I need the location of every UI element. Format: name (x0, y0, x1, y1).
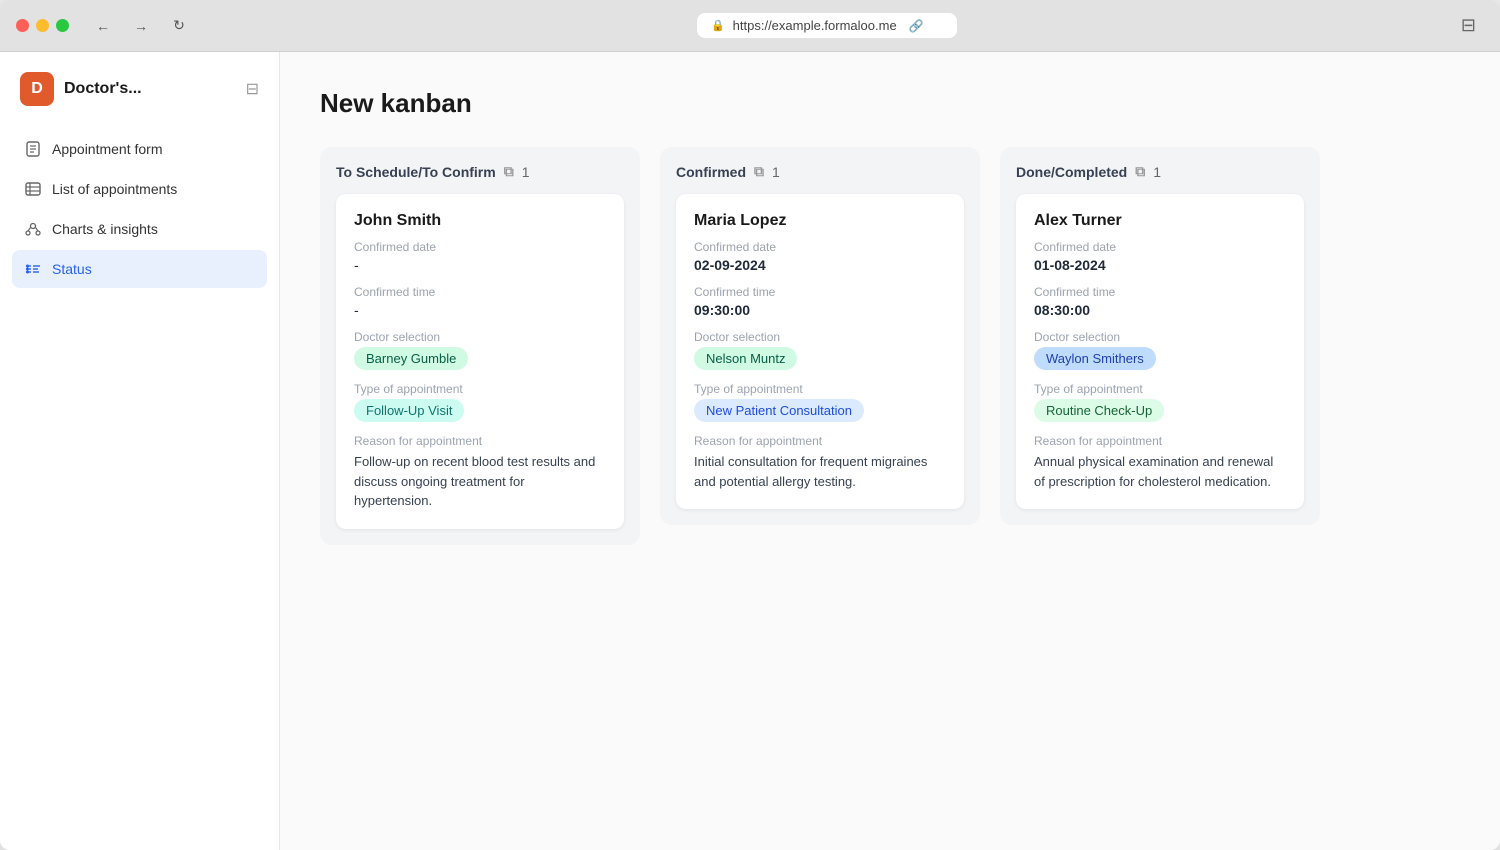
column-title: Confirmed (676, 164, 746, 180)
sidebar-toggle-icon[interactable]: ⊟ (246, 79, 259, 99)
sidebar-item-label: Status (52, 261, 92, 277)
url-text: https://example.formaloo.me (733, 18, 897, 33)
url-bar[interactable]: 🔒 https://example.formaloo.me 🔗 (697, 13, 957, 38)
list-icon (24, 180, 42, 198)
column-header-to-schedule: To Schedule/To Confirm ⧉ 1 (336, 163, 624, 180)
patient-name: John Smith (354, 212, 606, 230)
sidebar-item-appointment-form[interactable]: Appointment form (12, 130, 267, 168)
address-bar: 🔒 https://example.formaloo.me 🔗 (205, 13, 1449, 38)
layout-toggle[interactable]: ⊟ (1461, 15, 1476, 36)
sidebar-logo: D Doctor's... ⊟ (0, 72, 279, 130)
back-button[interactable]: ← (89, 12, 117, 40)
charts-icon (24, 220, 42, 238)
reason-label: Reason for appointment (354, 434, 606, 448)
kanban-board: To Schedule/To Confirm ⧉ 1 John Smith Co… (320, 147, 1460, 545)
reason-label: Reason for appointment (1034, 434, 1286, 448)
minimize-button[interactable] (36, 19, 49, 32)
confirmed-date-value: 02-09-2024 (694, 257, 946, 273)
appointment-type-label: Type of appointment (1034, 382, 1286, 396)
patient-name: Maria Lopez (694, 212, 946, 230)
kanban-column-to-schedule: To Schedule/To Confirm ⧉ 1 John Smith Co… (320, 147, 640, 545)
confirmed-time-label: Confirmed time (354, 285, 606, 299)
appointment-type-badge: New Patient Consultation (694, 399, 864, 422)
copy-icon: ⧉ (504, 163, 514, 180)
kanban-card[interactable]: Alex Turner Confirmed date 01-08-2024 Co… (1016, 194, 1304, 509)
kanban-column-confirmed: Confirmed ⧉ 1 Maria Lopez Confirmed date… (660, 147, 980, 525)
confirmed-time-label: Confirmed time (1034, 285, 1286, 299)
fullscreen-button[interactable] (56, 19, 69, 32)
document-icon (24, 140, 42, 158)
browser-window: ← → ↻ 🔒 https://example.formaloo.me 🔗 ⊟ … (0, 0, 1500, 850)
confirmed-time-value: 08:30:00 (1034, 302, 1286, 318)
column-count: 1 (1153, 164, 1161, 180)
kanban-card[interactable]: John Smith Confirmed date - Confirmed ti… (336, 194, 624, 529)
forward-button[interactable]: → (127, 12, 155, 40)
browser-body: D Doctor's... ⊟ Appointment fo (0, 52, 1500, 850)
app-name: Doctor's... (64, 80, 142, 98)
column-count: 1 (772, 164, 780, 180)
lock-icon: 🔒 (711, 19, 725, 32)
sidebar-item-label: List of appointments (52, 181, 177, 197)
doctor-selection-label: Doctor selection (1034, 330, 1286, 344)
confirmed-date-value: 01-08-2024 (1034, 257, 1286, 273)
patient-name: Alex Turner (1034, 212, 1286, 230)
refresh-button[interactable]: ↻ (165, 12, 193, 40)
main-content: New kanban To Schedule/To Confirm ⧉ 1 Jo… (280, 52, 1500, 850)
column-title: To Schedule/To Confirm (336, 164, 496, 180)
sidebar: D Doctor's... ⊟ Appointment fo (0, 52, 280, 850)
appointment-type-label: Type of appointment (694, 382, 946, 396)
close-button[interactable] (16, 19, 29, 32)
browser-titlebar: ← → ↻ 🔒 https://example.formaloo.me 🔗 ⊟ (0, 0, 1500, 52)
confirmed-time-label: Confirmed time (694, 285, 946, 299)
kanban-card[interactable]: Maria Lopez Confirmed date 02-09-2024 Co… (676, 194, 964, 509)
confirmed-date-value: - (354, 257, 606, 273)
column-header-done: Done/Completed ⧉ 1 (1016, 163, 1304, 180)
appointment-type-badge: Follow-Up Visit (354, 399, 464, 422)
sidebar-item-list-appointments[interactable]: List of appointments (12, 170, 267, 208)
sidebar-nav: Appointment form List of appointments (0, 130, 279, 288)
sidebar-item-label: Charts & insights (52, 221, 158, 237)
logo-left: D Doctor's... (20, 72, 142, 106)
kanban-column-done: Done/Completed ⧉ 1 Alex Turner Confirmed… (1000, 147, 1320, 525)
confirmed-time-value: - (354, 302, 606, 318)
confirmed-time-value: 09:30:00 (694, 302, 946, 318)
reason-text: Follow-up on recent blood test results a… (354, 452, 606, 511)
sidebar-item-charts[interactable]: Charts & insights (12, 210, 267, 248)
link-icon: 🔗 (909, 19, 924, 33)
confirmed-date-label: Confirmed date (694, 240, 946, 254)
copy-icon: ⧉ (754, 163, 764, 180)
page-title: New kanban (320, 88, 1460, 119)
status-icon (24, 260, 42, 278)
appointment-type-label: Type of appointment (354, 382, 606, 396)
reason-text: Initial consultation for frequent migrai… (694, 452, 946, 491)
column-title: Done/Completed (1016, 164, 1127, 180)
browser-nav: ← → ↻ (89, 12, 193, 40)
confirmed-date-label: Confirmed date (1034, 240, 1286, 254)
confirmed-date-label: Confirmed date (354, 240, 606, 254)
appointment-type-badge: Routine Check-Up (1034, 399, 1164, 422)
traffic-lights (16, 19, 69, 32)
doctor-selection-label: Doctor selection (354, 330, 606, 344)
doctor-badge: Waylon Smithers (1034, 347, 1156, 370)
app-logo-icon: D (20, 72, 54, 106)
reason-text: Annual physical examination and renewal … (1034, 452, 1286, 491)
doctor-badge: Nelson Muntz (694, 347, 797, 370)
sidebar-item-label: Appointment form (52, 141, 163, 157)
reason-label: Reason for appointment (694, 434, 946, 448)
column-count: 1 (522, 164, 530, 180)
doctor-selection-label: Doctor selection (694, 330, 946, 344)
doctor-badge: Barney Gumble (354, 347, 468, 370)
copy-icon: ⧉ (1135, 163, 1145, 180)
column-header-confirmed: Confirmed ⧉ 1 (676, 163, 964, 180)
sidebar-item-status[interactable]: Status (12, 250, 267, 288)
